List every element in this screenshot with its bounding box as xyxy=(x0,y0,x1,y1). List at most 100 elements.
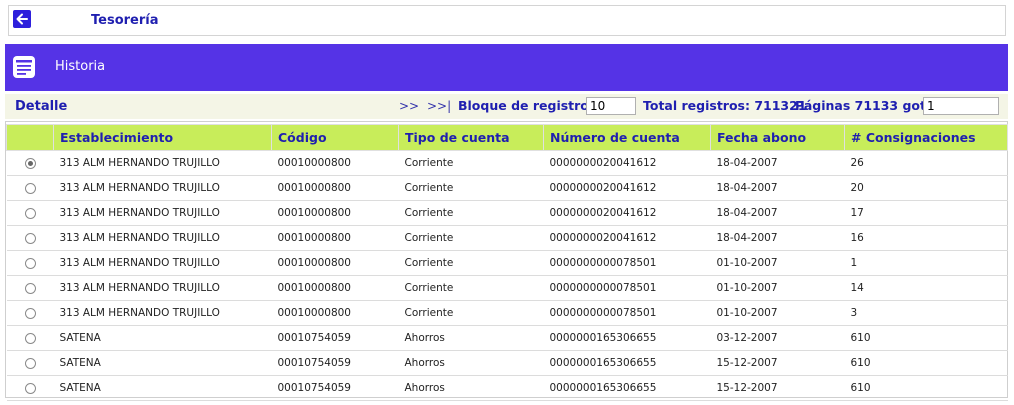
cell-fecha-abono: 18-04-2007 xyxy=(710,150,845,176)
row-select-cell xyxy=(6,350,54,376)
cell-numero-cuenta: 0000000165306655 xyxy=(543,325,711,351)
records-table: Establecimiento Código Tipo de cuenta Nú… xyxy=(6,124,1008,401)
back-button[interactable] xyxy=(13,10,31,28)
row-select-cell xyxy=(6,275,54,301)
column-header-tipo-cuenta[interactable]: Tipo de cuenta xyxy=(398,124,544,151)
cell-fecha-abono: 03-12-2007 xyxy=(710,325,845,351)
column-header-establecimiento[interactable]: Establecimiento xyxy=(53,124,272,151)
last-page-link[interactable]: >>| xyxy=(427,99,451,113)
row-select-radio[interactable] xyxy=(24,257,36,269)
cell-establecimiento: 313 ALM HERNANDO TRUJILLO xyxy=(53,150,272,176)
row-select-cell xyxy=(6,150,54,176)
row-select-radio[interactable] xyxy=(24,307,36,319)
cell-establecimiento: SATENA xyxy=(53,375,272,401)
row-select-cell xyxy=(6,300,54,326)
list-document-icon xyxy=(13,56,35,78)
table-row[interactable]: 313 ALM HERNANDO TRUJILLO 00010000800 Corr… xyxy=(6,200,1008,226)
cell-tipo-cuenta: Ahorros xyxy=(398,325,544,351)
cell-establecimiento: 313 ALM HERNANDO TRUJILLO xyxy=(53,225,272,251)
cell-fecha-abono: 01-10-2007 xyxy=(710,250,845,276)
column-header-select xyxy=(6,124,54,151)
cell-numero-cuenta: 0000000165306655 xyxy=(543,375,711,401)
cell-codigo: 00010754059 xyxy=(271,325,399,351)
cell-fecha-abono: 15-12-2007 xyxy=(710,375,845,401)
cell-establecimiento: 313 ALM HERNANDO TRUJILLO xyxy=(53,300,272,326)
table-row[interactable]: 313 ALM HERNANDO TRUJILLO 00010000800 Corr… xyxy=(6,300,1008,326)
cell-tipo-cuenta: Ahorros xyxy=(398,350,544,376)
table-row[interactable]: 313 ALM HERNANDO TRUJILLO 00010000800 Corr… xyxy=(6,225,1008,251)
pages-label: Páginas 71133 goto: xyxy=(795,98,940,113)
cell-numero-cuenta: 0000000020041612 xyxy=(543,150,711,176)
arrow-left-icon xyxy=(16,13,28,25)
row-select-cell xyxy=(6,325,54,351)
cell-numero-cuenta: 0000000000078501 xyxy=(543,300,711,326)
column-header-consignaciones[interactable]: # Consignaciones xyxy=(844,124,1008,151)
cell-establecimiento: 313 ALM HERNANDO TRUJILLO xyxy=(53,250,272,276)
column-header-numero-cuenta[interactable]: Número de cuenta xyxy=(543,124,711,151)
section-title: Historia xyxy=(55,59,106,74)
cell-establecimiento: 313 ALM HERNANDO TRUJILLO xyxy=(53,200,272,226)
goto-page-input[interactable] xyxy=(923,97,999,115)
cell-establecimiento: 313 ALM HERNANDO TRUJILLO xyxy=(53,275,272,301)
cell-codigo: 00010000800 xyxy=(271,175,399,201)
cell-tipo-cuenta: Corriente xyxy=(398,300,544,326)
block-size-label: Bloque de registros: xyxy=(458,98,602,113)
row-select-cell xyxy=(6,375,54,401)
row-select-radio[interactable] xyxy=(24,207,36,219)
cell-fecha-abono: 18-04-2007 xyxy=(710,175,845,201)
cell-codigo: 00010000800 xyxy=(271,300,399,326)
cell-consignaciones: 14 xyxy=(844,275,1008,301)
cell-fecha-abono: 01-10-2007 xyxy=(710,300,845,326)
cell-tipo-cuenta: Corriente xyxy=(398,250,544,276)
total-records-label: Total registros: 711321 xyxy=(643,98,807,113)
table-header-row: Establecimiento Código Tipo de cuenta Nú… xyxy=(6,124,1008,151)
table-row[interactable]: 313 ALM HERNANDO TRUJILLO 00010000800 Corr… xyxy=(6,275,1008,301)
row-select-radio[interactable] xyxy=(24,382,36,394)
cell-numero-cuenta: 0000000020041612 xyxy=(543,225,711,251)
section-header: Historia xyxy=(5,44,1008,91)
row-select-cell xyxy=(6,250,54,276)
cell-numero-cuenta: 0000000020041612 xyxy=(543,200,711,226)
top-bar: Tesorería xyxy=(8,5,1006,36)
cell-codigo: 00010754059 xyxy=(271,350,399,376)
cell-consignaciones: 1 xyxy=(844,250,1008,276)
detail-label: Detalle xyxy=(15,99,68,114)
cell-tipo-cuenta: Ahorros xyxy=(398,375,544,401)
cell-fecha-abono: 18-04-2007 xyxy=(710,200,845,226)
cell-tipo-cuenta: Corriente xyxy=(398,150,544,176)
table-row[interactable]: 313 ALM HERNANDO TRUJILLO 00010000800 Corr… xyxy=(6,150,1008,176)
row-select-radio[interactable] xyxy=(24,182,36,194)
row-select-radio[interactable] xyxy=(24,357,36,369)
row-select-cell xyxy=(6,200,54,226)
cell-tipo-cuenta: Corriente xyxy=(398,175,544,201)
row-select-cell xyxy=(6,225,54,251)
cell-consignaciones: 16 xyxy=(844,225,1008,251)
row-select-radio[interactable] xyxy=(24,157,36,169)
cell-codigo: 00010000800 xyxy=(271,225,399,251)
cell-consignaciones: 610 xyxy=(844,350,1008,376)
cell-codigo: 00010754059 xyxy=(271,375,399,401)
cell-consignaciones: 26 xyxy=(844,150,1008,176)
row-select-cell xyxy=(6,175,54,201)
table-row[interactable]: SATENA 00010754059 Ahorros 0000000165306655… xyxy=(6,325,1008,351)
cell-consignaciones: 610 xyxy=(844,325,1008,351)
cell-tipo-cuenta: Corriente xyxy=(398,225,544,251)
row-select-radio[interactable] xyxy=(24,232,36,244)
cell-fecha-abono: 01-10-2007 xyxy=(710,275,845,301)
cell-tipo-cuenta: Corriente xyxy=(398,275,544,301)
cell-consignaciones: 17 xyxy=(844,200,1008,226)
table-row[interactable]: 313 ALM HERNANDO TRUJILLO 00010000800 Corr… xyxy=(6,175,1008,201)
cell-consignaciones: 3 xyxy=(844,300,1008,326)
row-select-radio[interactable] xyxy=(24,332,36,344)
table-row[interactable]: SATENA 00010754059 Ahorros 0000000165306655… xyxy=(6,350,1008,376)
cell-numero-cuenta: 0000000000078501 xyxy=(543,250,711,276)
table-row[interactable]: 313 ALM HERNANDO TRUJILLO 00010000800 Corr… xyxy=(6,250,1008,276)
row-select-radio[interactable] xyxy=(24,282,36,294)
column-header-fecha-abono[interactable]: Fecha abono xyxy=(710,124,845,151)
block-size-input[interactable] xyxy=(586,97,636,115)
cell-tipo-cuenta: Corriente xyxy=(398,200,544,226)
cell-establecimiento: SATENA xyxy=(53,325,272,351)
next-page-link[interactable]: >> xyxy=(399,99,419,113)
table-row[interactable]: SATENA 00010754059 Ahorros 0000000165306655… xyxy=(6,375,1008,401)
column-header-codigo[interactable]: Código xyxy=(271,124,399,151)
